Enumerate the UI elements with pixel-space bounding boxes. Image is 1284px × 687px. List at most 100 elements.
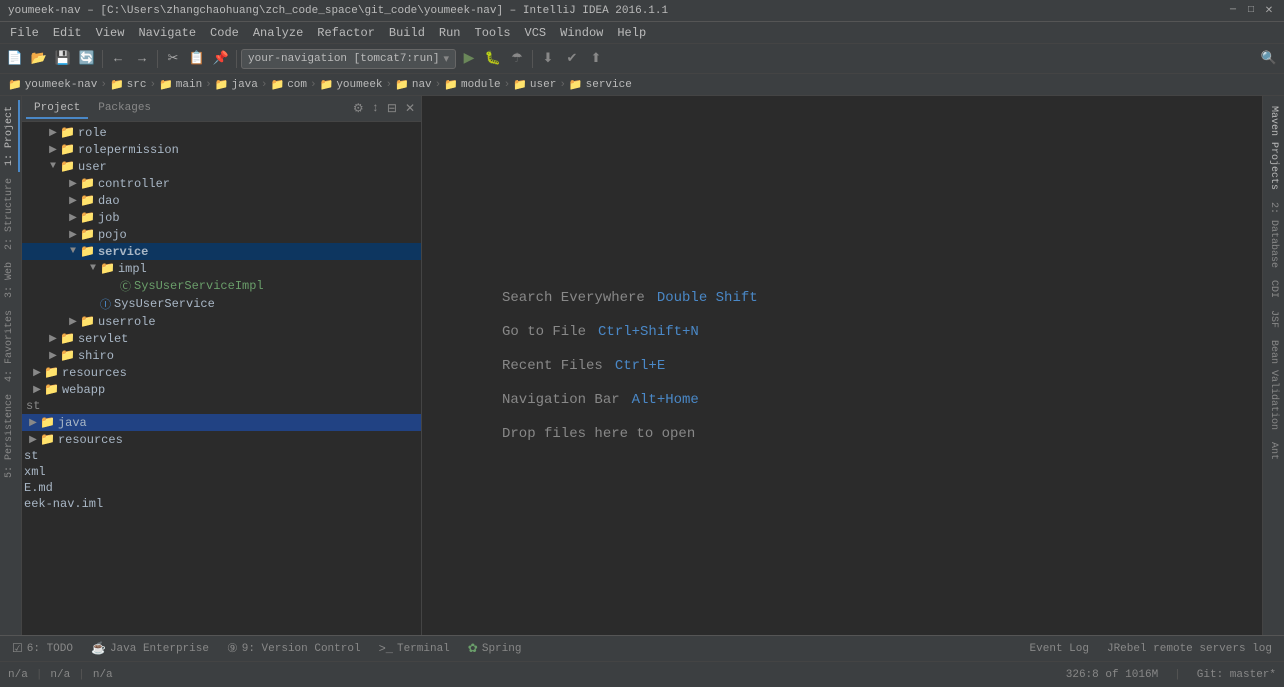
sidebar-item-web[interactable]: 3: Web [1, 256, 20, 304]
tree-item-impl[interactable]: ▼ 📁 impl [22, 260, 421, 277]
sort-icon[interactable]: ↕ [370, 100, 381, 117]
tree-item-servlet[interactable]: ▶ 📁 servlet [22, 330, 421, 347]
sidebar-item-cdi[interactable]: CDI [1265, 274, 1282, 304]
coverage-button[interactable]: ☂ [506, 48, 528, 70]
vcs-update[interactable]: ⬇ [537, 48, 559, 70]
bc-main[interactable]: 📁 main [159, 78, 202, 92]
tab-terminal[interactable]: >_ Terminal [371, 640, 458, 658]
menu-item-window[interactable]: Window [554, 24, 609, 42]
sidebar-item-jsf[interactable]: JSF [1265, 304, 1282, 334]
event-log-btn[interactable]: Event Log [1022, 641, 1097, 657]
tree-item-user[interactable]: ▼ 📁 user [22, 158, 421, 175]
search-everywhere[interactable]: 🔍 [1258, 48, 1280, 70]
bc-nav[interactable]: 📁 nav [395, 78, 432, 92]
bc-youmeek[interactable]: 📁 youmeek [320, 78, 383, 92]
sidebar-item-persistence[interactable]: 5: Persistence [1, 388, 20, 484]
tree-item-dao[interactable]: ▶ 📁 dao [22, 192, 421, 209]
tree-item-role[interactable]: ▶ 📁 role [22, 124, 421, 141]
tab-packages[interactable]: Packages [90, 99, 159, 119]
run-config[interactable]: your-navigation [tomcat7:run] ▾ [241, 49, 456, 69]
status-sep-1: | [36, 669, 43, 681]
maximize-button[interactable]: □ [1244, 4, 1258, 18]
folder-icon-java: 📁 [215, 78, 229, 92]
menu-item-navigate[interactable]: Navigate [132, 24, 202, 42]
tab-version-control[interactable]: ⑨ 9: Version Control [219, 639, 369, 658]
toolbar-save-all[interactable]: 💾 [52, 48, 74, 70]
menu-item-help[interactable]: Help [611, 24, 652, 42]
sidebar-item-project[interactable]: 1: Project [1, 100, 20, 172]
menu-item-build[interactable]: Build [383, 24, 431, 42]
sidebar-item-favorites[interactable]: 4: Favorites [1, 304, 20, 388]
tree-item-iml[interactable]: eek-nav.iml [22, 496, 421, 512]
menu-item-code[interactable]: Code [204, 24, 245, 42]
menu-item-refactor[interactable]: Refactor [311, 24, 381, 42]
close-icon[interactable]: ✕ [403, 100, 417, 117]
toolbar-forward[interactable]: → [131, 48, 153, 70]
menu-item-tools[interactable]: Tools [469, 24, 517, 42]
debug-button[interactable]: 🐛 [482, 48, 504, 70]
tab-project[interactable]: Project [26, 99, 88, 119]
vcs-commit[interactable]: ✔ [561, 48, 583, 70]
tab-spring[interactable]: ✿ Spring [460, 639, 530, 658]
tree-item-sysuser-service[interactable]: Ⓘ SysUserService [22, 295, 421, 313]
main-layout: 1: Project 2: Structure 3: Web 4: Favori… [0, 96, 1284, 635]
bc-module[interactable]: 📁 module [444, 78, 500, 92]
vcs-push[interactable]: ⬆ [585, 48, 607, 70]
bc-com[interactable]: 📁 com [271, 78, 308, 92]
gear-icon[interactable]: ⚙ [351, 100, 366, 117]
tree-item-xml[interactable]: xml [22, 464, 421, 480]
toolbar-new[interactable]: 📄 [4, 48, 26, 70]
tree-item-job[interactable]: ▶ 📁 job [22, 209, 421, 226]
menu-item-analyze[interactable]: Analyze [247, 24, 309, 42]
bc-youmeek-nav[interactable]: 📁 youmeek-nav [8, 78, 97, 92]
tree-item-service[interactable]: ▼ 📁 service [22, 243, 421, 260]
tree-item-emd[interactable]: E.md [22, 480, 421, 496]
close-button[interactable]: ✕ [1262, 4, 1276, 18]
menu-item-run[interactable]: Run [433, 24, 467, 42]
sidebar-item-database[interactable]: 2: Database [1265, 196, 1282, 274]
folder-icon-src: 📁 [110, 78, 124, 92]
menu-item-view[interactable]: View [90, 24, 131, 42]
tree-label: pojo [98, 228, 127, 242]
bc-src[interactable]: 📁 src [110, 78, 147, 92]
tree-item-userrole[interactable]: ▶ 📁 userrole [22, 313, 421, 330]
bc-user[interactable]: 📁 user [513, 78, 556, 92]
folder-icon: 📁 [80, 227, 95, 242]
jrebel-btn[interactable]: JRebel remote servers log [1099, 641, 1280, 657]
tree-item-shiro[interactable]: ▶ 📁 shiro [22, 347, 421, 364]
menu-item-file[interactable]: File [4, 24, 45, 42]
tree-item-sysuser-impl[interactable]: Ⓒ SysUserServiceImpl [22, 277, 421, 295]
minimize-button[interactable]: ─ [1226, 4, 1240, 18]
tree-item-st2[interactable]: st [22, 448, 421, 464]
toolbar-sync[interactable]: 🔄 [76, 48, 98, 70]
menu-bar: FileEditViewNavigateCodeAnalyzeRefactorB… [0, 22, 1284, 44]
bc-service[interactable]: 📁 service [569, 78, 632, 92]
collapse-icon[interactable]: ⊟ [385, 100, 399, 117]
sidebar-item-structure[interactable]: 2: Structure [1, 172, 20, 256]
toolbar-cut[interactable]: ✂ [162, 48, 184, 70]
tree-item-resources-1[interactable]: ▶ 📁 resources [22, 364, 421, 381]
toolbar-copy[interactable]: 📋 [186, 48, 208, 70]
sidebar-item-maven[interactable]: Maven Projects [1265, 100, 1282, 196]
bc-sep-2: › [149, 79, 156, 91]
toolbar-open[interactable]: 📂 [28, 48, 50, 70]
sidebar-item-ant[interactable]: Ant [1265, 436, 1282, 466]
tab-java-enterprise[interactable]: ☕ Java Enterprise [83, 639, 217, 658]
tree-item-pojo[interactable]: ▶ 📁 pojo [22, 226, 421, 243]
menu-item-edit[interactable]: Edit [47, 24, 88, 42]
menu-item-vcs[interactable]: VCS [519, 24, 553, 42]
tree-item-st1[interactable]: st [22, 398, 421, 414]
tree-item-controller[interactable]: ▶ 📁 controller [22, 175, 421, 192]
tree-item-rolepermission[interactable]: ▶ 📁 rolepermission [22, 141, 421, 158]
run-button[interactable]: ▶ [458, 48, 480, 70]
tab-todo[interactable]: ☑ 6: TODO [4, 639, 81, 658]
tree-item-resources-2[interactable]: ▶ 📁 resources [22, 431, 421, 448]
sidebar-item-bean-validation[interactable]: Bean Validation [1265, 334, 1282, 436]
toolbar-paste[interactable]: 📌 [210, 48, 232, 70]
bc-label-com: com [287, 79, 307, 91]
toolbar-back[interactable]: ← [107, 48, 129, 70]
hint-label-nav: Navigation Bar [502, 392, 620, 408]
bc-java[interactable]: 📁 java [215, 78, 258, 92]
tree-item-webapp[interactable]: ▶ 📁 webapp [22, 381, 421, 398]
tree-item-java[interactable]: ▶ 📁 java [22, 414, 421, 431]
